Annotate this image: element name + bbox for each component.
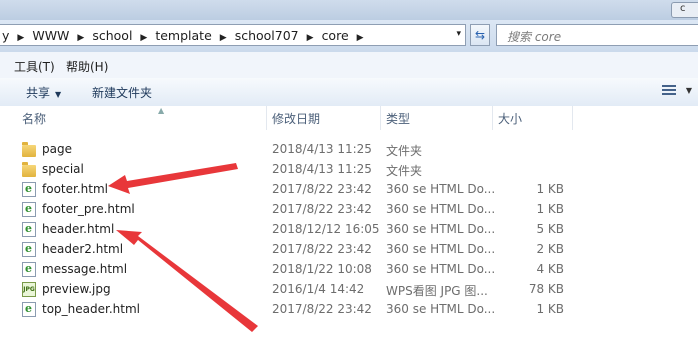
chevron-down-icon: ▼ [55, 90, 62, 99]
file-row[interactable]: header2.html 2017/8/22 23:42 360 se HTML… [0, 240, 698, 260]
html-file-icon [22, 242, 36, 257]
file-date: 2017/8/22 23:42 [272, 242, 372, 256]
breadcrumb-item[interactable]: WWW [30, 28, 71, 43]
file-size: 4 KB [536, 262, 564, 276]
breadcrumb-separator-icon[interactable]: ▶ [140, 33, 147, 43]
menu-bar: 工具(T) 帮助(H) [0, 52, 698, 79]
file-type: WPS看图 JPG 图... [386, 284, 488, 298]
breadcrumb-item[interactable]: y [0, 28, 11, 43]
file-name: footer.html [42, 182, 108, 196]
file-size: 1 KB [536, 302, 564, 316]
file-size: 1 KB [536, 182, 564, 196]
html-file-icon [22, 202, 36, 217]
file-name: header2.html [42, 242, 124, 256]
breadcrumb-separator-icon[interactable]: ▶ [307, 33, 314, 43]
html-file-icon [22, 262, 36, 277]
file-type: 360 se HTML Do... [386, 182, 496, 196]
file-date: 2017/8/22 23:42 [272, 182, 372, 196]
file-row[interactable]: footer.html 2017/8/22 23:42 360 se HTML … [0, 180, 698, 200]
refresh-button[interactable]: ⇆ [470, 24, 490, 46]
file-date: 2018/4/13 11:25 [272, 142, 372, 156]
file-type: 360 se HTML Do... [386, 222, 496, 236]
command-bar: 共享 ▼ 新建文件夹 ▼ [0, 78, 698, 107]
file-row[interactable]: header.html 2018/12/12 16:05 360 se HTML… [0, 220, 698, 240]
file-row[interactable]: message.html 2018/1/22 10:08 360 se HTML… [0, 260, 698, 280]
file-size: 1 KB [536, 202, 564, 216]
address-bar[interactable]: y ▶ WWW ▶ school ▶ template ▶ school707 ▶ core ▶ ▾ [0, 24, 466, 46]
breadcrumb: y ▶ WWW ▶ school ▶ template ▶ school707 ▶ core ▶ [0, 28, 370, 43]
file-name: message.html [42, 262, 128, 276]
column-divider[interactable] [380, 106, 381, 130]
file-name: header.html [42, 222, 115, 236]
breadcrumb-item[interactable]: school [90, 28, 134, 43]
html-file-icon [22, 182, 36, 197]
html-file-icon [22, 222, 36, 237]
column-type[interactable]: 类型 [382, 106, 492, 130]
folder-icon [22, 142, 36, 157]
view-options-icon[interactable] [662, 85, 676, 97]
file-type: 文件夹 [386, 144, 423, 158]
breadcrumb-separator-icon[interactable]: ▶ [17, 33, 24, 43]
file-row[interactable]: footer_pre.html 2017/8/22 23:42 360 se H… [0, 200, 698, 220]
column-divider[interactable] [572, 106, 573, 130]
file-date: 2017/8/22 23:42 [272, 202, 372, 216]
breadcrumb-separator-icon[interactable]: ▶ [77, 33, 84, 43]
menu-item-tools[interactable]: 工具(T) [14, 58, 55, 75]
file-date: 2018/4/13 11:25 [272, 162, 372, 176]
window-control-partial[interactable]: c [671, 2, 698, 18]
breadcrumb-item[interactable]: school707 [233, 28, 301, 43]
file-date: 2018/12/12 16:05 [272, 222, 380, 236]
menu-item-help[interactable]: 帮助(H) [66, 58, 108, 75]
breadcrumb-separator-icon[interactable]: ▶ [220, 33, 227, 43]
file-date: 2016/1/4 14:42 [272, 282, 365, 296]
html-file-icon [22, 302, 36, 317]
column-date[interactable]: 修改日期 [268, 106, 380, 130]
chevron-down-icon[interactable]: ▼ [686, 86, 692, 95]
file-name: page [42, 142, 72, 156]
file-size: 78 KB [528, 282, 564, 296]
window-control-label: c [680, 3, 686, 14]
new-folder-button[interactable]: 新建文件夹 [92, 84, 152, 101]
file-row[interactable]: top_header.html 2017/8/22 23:42 360 se H… [0, 300, 698, 320]
column-divider[interactable] [266, 106, 267, 130]
file-size: 5 KB [536, 222, 564, 236]
column-divider[interactable] [492, 106, 493, 130]
file-name: preview.jpg [42, 282, 111, 296]
file-name: footer_pre.html [42, 202, 135, 216]
jpg-file-icon: JPG [22, 282, 36, 297]
column-name[interactable]: 名称 [18, 106, 266, 130]
share-label: 共享 [26, 86, 51, 100]
file-type: 360 se HTML Do... [386, 262, 496, 276]
title-bar: c [0, 0, 698, 20]
search-box[interactable]: 搜索 core [496, 24, 698, 46]
file-size: 2 KB [536, 242, 564, 256]
file-type: 360 se HTML Do... [386, 302, 496, 316]
breadcrumb-item[interactable]: template [153, 28, 213, 43]
file-name: special [42, 162, 84, 176]
file-date: 2017/8/22 23:42 [272, 302, 372, 316]
share-button[interactable]: 共享 ▼ [26, 84, 61, 101]
breadcrumb-item[interactable]: core [320, 28, 351, 43]
file-row[interactable]: page 2018/4/13 11:25 文件夹 [0, 140, 698, 160]
column-size[interactable]: 大小 [494, 106, 572, 130]
column-header: ▲ 名称 修改日期 类型 大小 [0, 106, 698, 130]
address-row: y ▶ WWW ▶ school ▶ template ▶ school707 ▶ core ▶ ▾ … [0, 20, 698, 52]
file-row[interactable]: JPG preview.jpg 2016/1/4 14:42 WPS看图 JPG… [0, 280, 698, 300]
file-type: 文件夹 [386, 164, 423, 178]
breadcrumb-separator-icon[interactable]: ▶ [357, 33, 364, 43]
file-name: top_header.html [42, 302, 140, 316]
search-input[interactable]: 搜索 core [507, 28, 561, 45]
file-date: 2018/1/22 10:08 [272, 262, 372, 276]
file-row[interactable]: special 2018/4/13 11:25 文件夹 [0, 160, 698, 180]
file-type: 360 se HTML Do... [386, 202, 496, 216]
address-dropdown-icon[interactable]: ▾ [456, 29, 461, 39]
folder-icon [22, 162, 36, 177]
file-type: 360 se HTML Do... [386, 242, 496, 256]
refresh-icon: ⇆ [474, 28, 486, 42]
